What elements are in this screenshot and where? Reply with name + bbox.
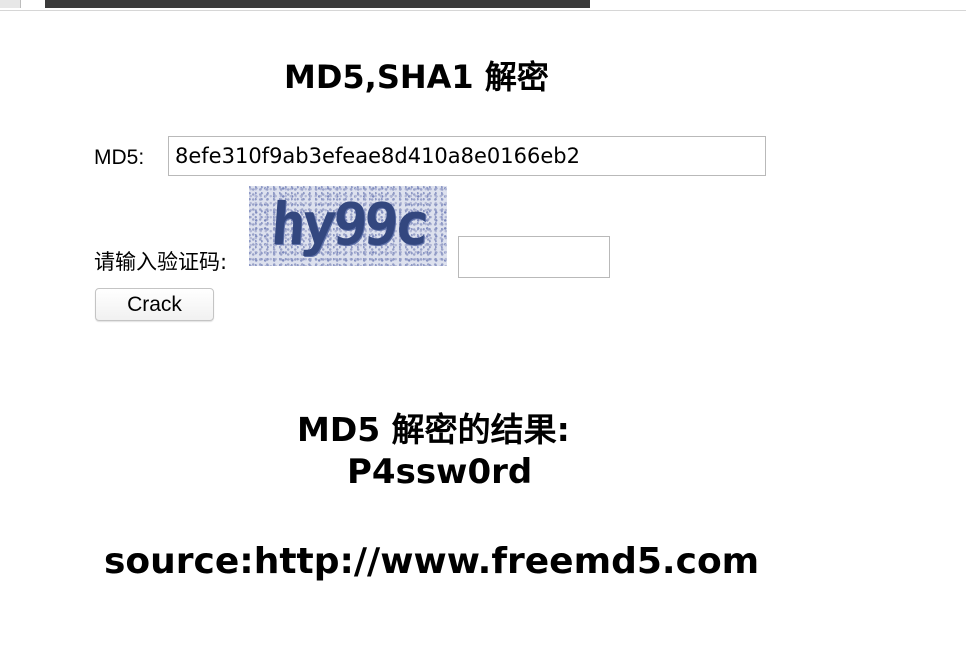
tab-corner xyxy=(0,0,21,8)
captcha-text: hy99c xyxy=(268,190,428,258)
result-heading: MD5 解密的结果: xyxy=(297,410,570,449)
source-text: source:http://www.freemd5.com xyxy=(104,541,760,582)
crack-button[interactable]: Crack xyxy=(95,288,214,321)
browser-top-strip xyxy=(0,0,966,11)
result-value: P4ssw0rd xyxy=(347,452,533,492)
md5-label: MD5: xyxy=(94,146,145,169)
page-title: MD5,SHA1 解密 xyxy=(284,58,549,96)
captcha-label: 请输入验证码: xyxy=(94,250,228,274)
tab-strip xyxy=(45,0,590,8)
md5-input[interactable] xyxy=(168,136,766,176)
captcha-image: hy99c xyxy=(249,186,447,266)
captcha-input[interactable] xyxy=(458,236,610,278)
